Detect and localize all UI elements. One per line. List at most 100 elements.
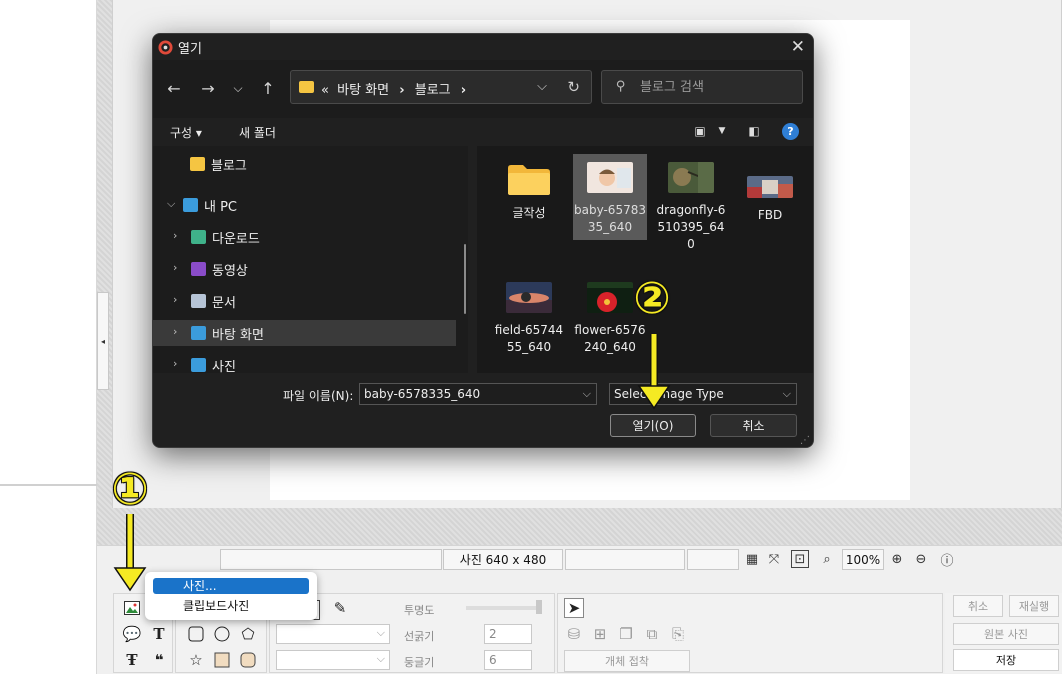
view-options-icon[interactable]: ▣ bbox=[691, 123, 709, 139]
search-input[interactable] bbox=[640, 78, 790, 96]
select-pointer-icon[interactable]: ➤ bbox=[564, 598, 584, 618]
breadcrumb-desktop[interactable]: 바탕 화면 bbox=[337, 83, 389, 98]
object-name-icon[interactable]: ⎘ bbox=[668, 624, 688, 644]
filled-rect-icon[interactable] bbox=[212, 650, 232, 670]
address-dropdown-icon[interactable]: ⌵ bbox=[537, 79, 547, 94]
add-object-icon[interactable]: ⊞ bbox=[590, 624, 610, 644]
status-cell-empty bbox=[220, 549, 442, 570]
up-arrow-icon[interactable]: ↑ bbox=[257, 77, 279, 99]
tree-item-videos[interactable]: › 동영상 bbox=[153, 256, 456, 282]
chevron-down-icon[interactable]: ⌵ bbox=[783, 384, 791, 404]
quote-icon[interactable]: ❝ bbox=[149, 650, 169, 670]
chevron-right-icon[interactable]: › bbox=[173, 325, 177, 338]
navigation-scrollbar[interactable] bbox=[464, 244, 466, 314]
resize-grip-icon[interactable]: ⋰ bbox=[800, 435, 810, 446]
star-icon[interactable]: ☆ bbox=[186, 650, 206, 670]
close-icon[interactable]: ✕ bbox=[791, 37, 805, 57]
roundness-label: 둥글기 bbox=[404, 656, 435, 669]
file-item-fbd[interactable]: FBD bbox=[733, 154, 807, 224]
help-icon[interactable]: ? bbox=[782, 123, 799, 140]
view-dropdown-icon[interactable]: ▼ bbox=[713, 123, 731, 139]
photo-thumbnail-dragonfly bbox=[668, 162, 714, 193]
open-button[interactable]: 열기(O) bbox=[610, 414, 696, 437]
file-item-baby[interactable]: baby-6578335_640 bbox=[573, 154, 647, 240]
chevron-down-icon[interactable]: ⌵ bbox=[167, 197, 175, 211]
tree-item-this-pc[interactable]: ⌵ 내 PC bbox=[153, 192, 456, 218]
opacity-slider[interactable] bbox=[466, 606, 542, 610]
open-file-dialog: 열기 ✕ ← → ⌵ ↑ « 바탕 화면 › 블로그 › ⌵ ↻ ⚲ 구성 ▾ … bbox=[152, 33, 814, 448]
save-button[interactable]: 저장 bbox=[953, 649, 1059, 671]
file-item-field[interactable]: field-6574455_640 bbox=[492, 274, 566, 356]
copy-object-icon[interactable]: ❐ bbox=[616, 624, 636, 644]
address-bar[interactable]: « 바탕 화면 › 블로그 › ⌵ ↻ bbox=[290, 70, 592, 104]
breadcrumb-separator[interactable]: › bbox=[399, 83, 404, 98]
chevron-right-icon[interactable]: › bbox=[173, 293, 177, 306]
refresh-icon[interactable]: ↻ bbox=[567, 78, 580, 96]
undo-button[interactable]: 취소 bbox=[953, 595, 1003, 617]
dialog-titlebar: 열기 ✕ bbox=[153, 34, 813, 60]
tree-item-downloads[interactable]: › 다운로드 bbox=[153, 224, 456, 250]
group-icon[interactable]: ⧉ bbox=[642, 624, 662, 644]
pentagon-icon[interactable]: ⬠ bbox=[238, 624, 258, 644]
file-name: baby-6578335_640 bbox=[574, 203, 646, 234]
back-arrow-icon[interactable]: ← bbox=[163, 77, 185, 99]
file-item-dragonfly[interactable]: dragonfly-6510395_640 bbox=[654, 154, 728, 253]
file-item-folder[interactable]: 글작성 bbox=[492, 154, 566, 222]
fill-style-select[interactable] bbox=[276, 650, 390, 670]
chevron-right-icon[interactable]: › bbox=[173, 261, 177, 274]
zoom-out-icon[interactable]: ⊖ bbox=[912, 550, 930, 568]
new-folder-button[interactable]: 새 폴더 bbox=[239, 124, 276, 141]
status-cell-empty bbox=[565, 549, 685, 570]
actual-size-icon[interactable]: ⊡ bbox=[791, 550, 809, 568]
organize-menu[interactable]: 구성 ▾ bbox=[170, 124, 202, 141]
layer-icon[interactable]: ⛁ bbox=[564, 624, 584, 644]
fit-screen-icon[interactable]: ⤧ bbox=[765, 550, 783, 568]
search-box[interactable]: ⚲ bbox=[601, 70, 803, 104]
recent-locations-chevron-icon[interactable]: ⌵ bbox=[227, 77, 249, 99]
folder-icon bbox=[190, 157, 205, 171]
tool-group-objects: ➤ ⛁ ⊞ ❐ ⧉ ⎘ 개체 접착 bbox=[557, 593, 943, 673]
zoom-level: 100% bbox=[842, 549, 884, 570]
filled-rounded-rect-icon[interactable] bbox=[238, 650, 258, 670]
tree-item-blog[interactable]: 블로그 bbox=[153, 151, 456, 177]
collapse-panel-handle[interactable]: ◂ bbox=[97, 292, 109, 390]
filename-field[interactable]: baby-6578335_640 ⌵ bbox=[359, 383, 597, 405]
menu-item-photo[interactable]: 사진... bbox=[153, 578, 309, 594]
cancel-button[interactable]: 취소 bbox=[710, 414, 797, 437]
zoom-search-icon[interactable]: ⌕ bbox=[818, 550, 836, 568]
file-name: FBD bbox=[757, 208, 783, 222]
roundness-stepper[interactable]: 6 bbox=[484, 650, 532, 670]
chevron-right-icon[interactable]: › bbox=[173, 229, 177, 242]
object-attach-button[interactable]: 개체 접착 bbox=[564, 650, 690, 672]
line-style-select[interactable] bbox=[276, 624, 390, 644]
zoom-in-icon[interactable]: ⊕ bbox=[888, 550, 906, 568]
breadcrumb-separator[interactable]: › bbox=[461, 83, 466, 98]
menu-item-clipboard-photo[interactable]: 클립보드사진 bbox=[153, 598, 309, 614]
original-photo-button[interactable]: 원본 사진 bbox=[953, 623, 1059, 645]
image-size-readout: 사진 640 x 480 bbox=[443, 549, 563, 570]
rounded-rect-icon[interactable] bbox=[186, 624, 206, 644]
forward-arrow-icon[interactable]: → bbox=[197, 77, 219, 99]
preview-pane-icon[interactable]: ◧ bbox=[745, 123, 763, 139]
chevron-right-icon[interactable]: › bbox=[173, 357, 177, 370]
text-icon[interactable]: T bbox=[149, 624, 169, 644]
info-icon[interactable]: ⓘ bbox=[938, 550, 956, 569]
status-bar: 사진 640 x 480 ▦ ⤧ ⊡ ⌕ 100% ⊕ ⊖ ⓘ bbox=[97, 545, 1062, 573]
chevron-down-icon[interactable]: ⌵ bbox=[583, 384, 591, 404]
speech-bubble-icon[interactable]: 💬 bbox=[122, 624, 142, 644]
opacity-slider-thumb[interactable] bbox=[536, 600, 542, 614]
redo-button[interactable]: 재실행 bbox=[1009, 595, 1059, 617]
eyedropper-icon[interactable]: ✎ bbox=[330, 598, 350, 618]
breadcrumb-blog[interactable]: 블로그 bbox=[415, 83, 451, 98]
breadcrumb-overflow[interactable]: « bbox=[321, 83, 329, 98]
line-width-stepper[interactable]: 2 bbox=[484, 624, 532, 644]
tree-item-pictures[interactable]: › 사진 bbox=[153, 352, 456, 373]
image-insert-icon[interactable] bbox=[122, 598, 142, 618]
transparency-grid-icon[interactable]: ▦ bbox=[743, 550, 761, 568]
left-panel-divider bbox=[0, 484, 97, 486]
tree-item-documents[interactable]: › 문서 bbox=[153, 288, 456, 314]
text-style-icon[interactable]: Ŧ bbox=[122, 650, 142, 670]
photo-thumbnail-baby bbox=[587, 162, 633, 193]
circle-icon[interactable] bbox=[212, 624, 232, 644]
tree-item-desktop[interactable]: › 바탕 화면 bbox=[153, 320, 456, 346]
